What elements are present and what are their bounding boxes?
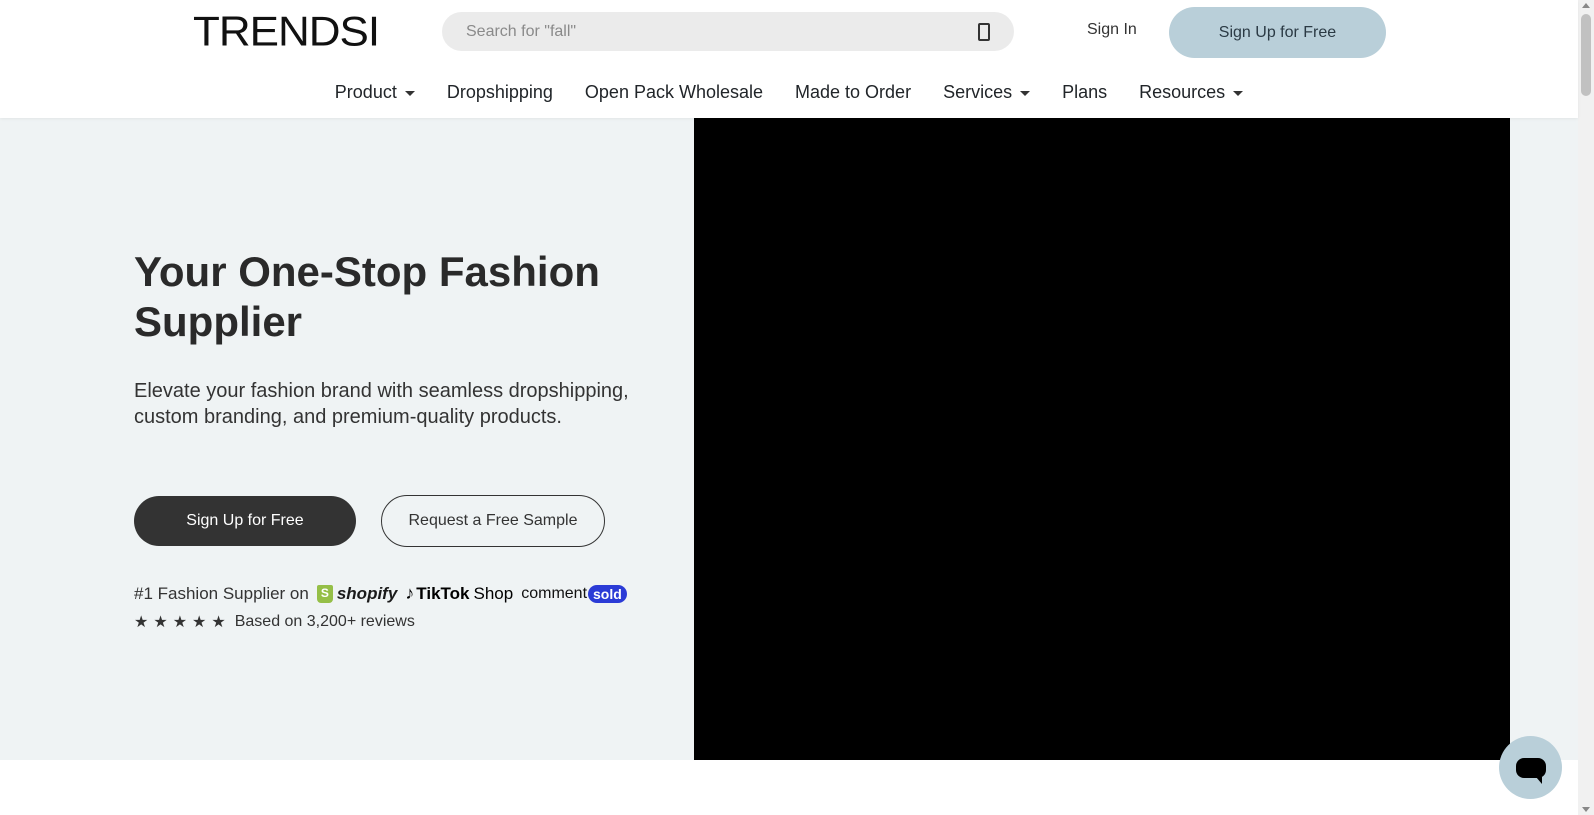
sign-in-link[interactable]: Sign In [1087,21,1137,39]
search-input[interactable] [466,22,970,41]
caret-down-icon [1233,90,1244,96]
search-bar[interactable] [442,12,1014,51]
tiktok-note-icon: ♪ [405,583,415,603]
shopify-bag-icon [316,584,333,603]
nav-item-label: Made to Order [795,82,912,102]
tiktok-shop-logo: ♪ TikTok Shop [405,583,513,604]
chat-bubble-icon [1515,757,1546,784]
hero-title: Your One-Stop Fashion Supplier [134,248,600,345]
page-scrollbar[interactable] [1578,0,1594,815]
trendsi-logo[interactable]: TRENDSI [193,11,380,53]
nav-item-made-to-order[interactable]: Made to Order [795,80,911,104]
nav-item-label: Plans [1062,82,1108,102]
nav-item-label: Open Pack Wholesale [584,82,764,102]
nav-item-resources[interactable]: Resources [1139,80,1244,104]
header-sign-up-button[interactable]: Sign Up for Free [1169,7,1386,58]
shopify-wordmark: shopify [336,583,398,603]
trust-line: #1 Fashion Supplier on shopify ♪ TikTok … [134,583,627,604]
hero-section: Your One-Stop Fashion Supplier Elevate y… [0,118,1578,760]
hero-subtitle: Elevate your fashion brand with seamless… [134,380,629,428]
scroll-up-arrow-icon[interactable] [1582,3,1590,8]
request-sample-button[interactable]: Request a Free Sample [381,495,605,547]
nav-item-label: Product [334,82,397,102]
nav-item-product[interactable]: Product [335,80,415,104]
nav-item-dropshipping[interactable]: Dropshipping [447,80,553,104]
chat-widget-button[interactable] [1499,736,1562,799]
phone-outline-icon[interactable] [978,22,990,41]
tiktok-wordmark: TikTok [416,583,470,603]
shopify-logo: shopify [316,583,398,604]
commentsold-sold: sold [588,584,627,603]
site-header: TRENDSI Sign In Sign Up for Free Product… [0,0,1578,118]
hero-video[interactable] [694,118,1510,760]
star-rating-icon: ★★★★★ [134,614,231,631]
tiktok-shop-wordmark: Shop [473,583,514,603]
nav-item-label: Services [943,82,1013,102]
scroll-down-arrow-icon[interactable] [1582,807,1590,812]
scrollbar-thumb[interactable] [1581,14,1591,96]
commentsold-comment: comment [521,584,588,602]
rating-line: ★★★★★ Based on 3,200+ reviews [134,612,415,632]
caret-down-icon [404,90,415,96]
commentsold-logo: comment sold [521,584,627,603]
nav-item-open-pack-wholesale[interactable]: Open Pack Wholesale [585,80,763,104]
nav-item-label: Dropshipping [446,82,553,102]
hero-sign-up-button[interactable]: Sign Up for Free [134,496,356,546]
nav-item-services[interactable]: Services [943,80,1031,104]
main-nav: Product Dropshipping Open Pack Wholesale… [0,80,1578,104]
nav-item-plans[interactable]: Plans [1062,80,1107,104]
nav-item-label: Resources [1139,82,1226,102]
trust-text: #1 Fashion Supplier on [134,583,309,603]
caret-down-icon [1020,90,1031,96]
reviews-text: Based on 3,200+ reviews [234,613,415,630]
